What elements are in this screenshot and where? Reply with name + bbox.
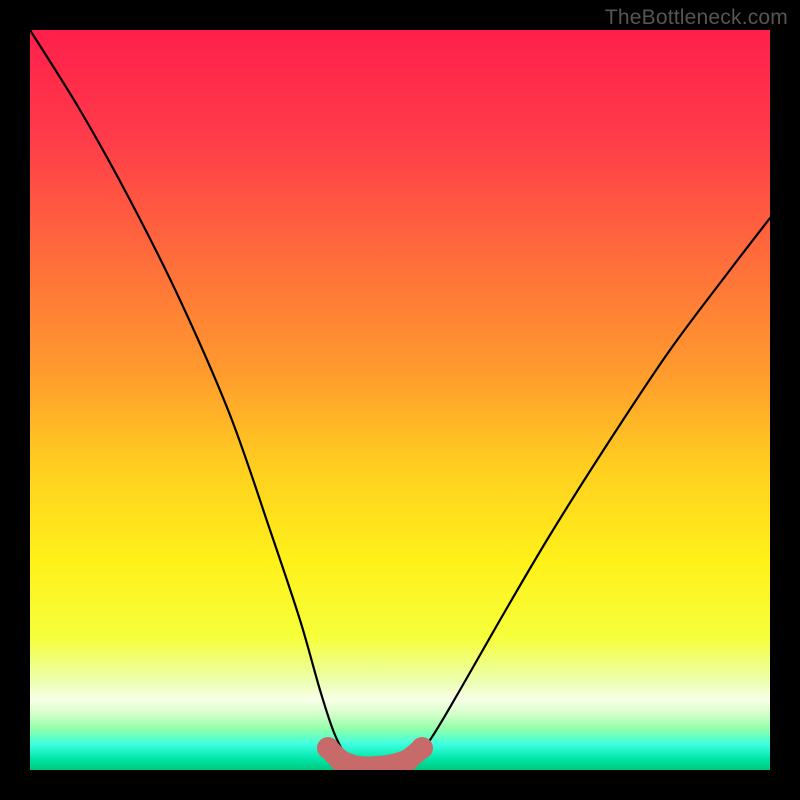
marker-dot: [411, 737, 433, 759]
chart-frame: TheBottleneck.com: [0, 0, 800, 800]
watermark-text: TheBottleneck.com: [605, 6, 788, 30]
bottleneck-curve: [30, 30, 770, 769]
chart-svg: [30, 30, 770, 770]
plot-area: [30, 30, 770, 770]
flat-region-markers: [317, 737, 433, 770]
